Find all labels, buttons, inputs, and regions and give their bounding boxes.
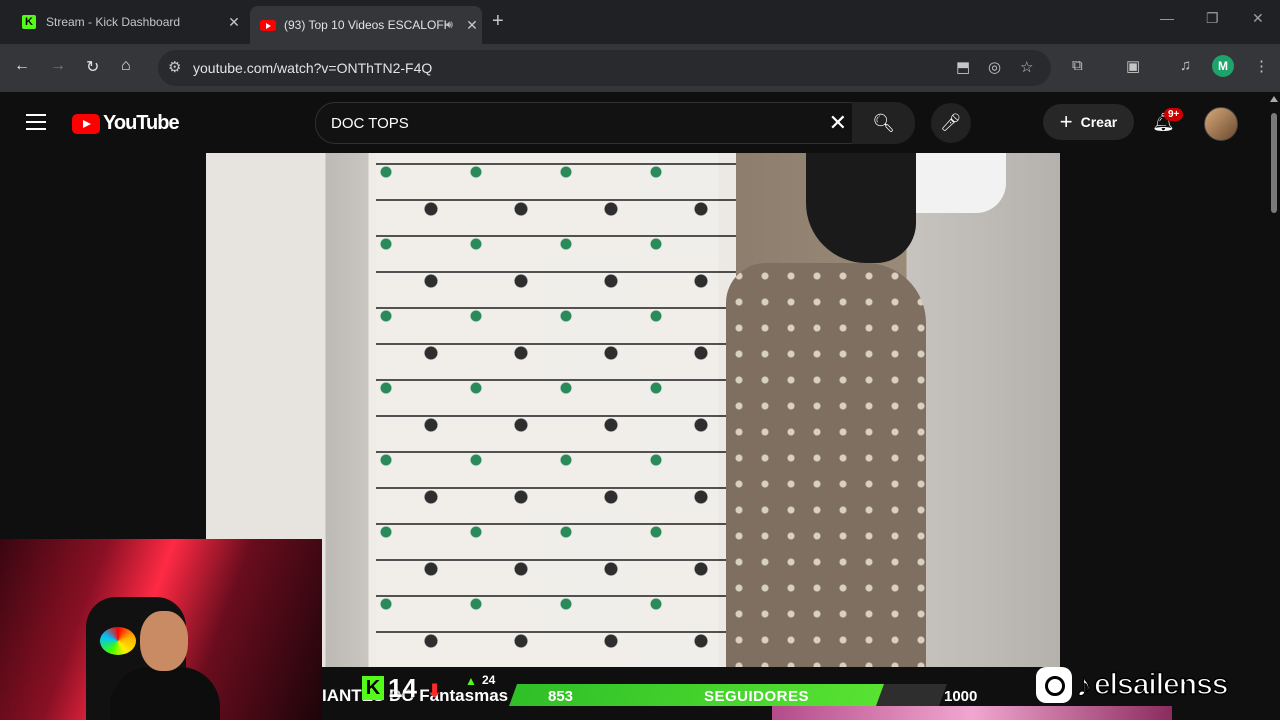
video-frame-figure-dark (806, 153, 916, 263)
create-label: Crear (1080, 114, 1118, 130)
youtube-header: YouTube DOC TOPS ✕ 🔍︎ 🎤︎ + Crear 🔔︎ 9+ (0, 93, 1268, 153)
streamer-face (140, 611, 188, 671)
kick-icon: K (22, 15, 36, 29)
down-arrow-icon: ⬇ (427, 681, 443, 701)
youtube-play-icon (72, 113, 100, 134)
goal-target: 1000 (944, 688, 978, 705)
tab-youtube-video[interactable]: (93) Top 10 Videos ESCALOFRIANTES 🔊︎ ✕ (250, 6, 482, 44)
video-player[interactable] (206, 153, 1060, 667)
address-bar[interactable]: ⚙ youtube.com/watch?v=ONThTN2-F4Q ⬒ ◎ ☆ (158, 50, 1051, 86)
streamer-shirt (110, 667, 220, 720)
viewer-count: 14 (388, 673, 417, 703)
bookmark-star-icon[interactable]: ☆ (1020, 58, 1033, 76)
reload-icon[interactable]: ↻ (86, 57, 99, 77)
social-handle-badge: ♪ elsailenss (1036, 662, 1229, 708)
profile-avatar[interactable]: M (1212, 55, 1234, 77)
streamer-webcam (0, 539, 322, 720)
tab-search-icon[interactable]: ▣ (1126, 57, 1140, 75)
tracking-protection-icon[interactable]: ◎ (988, 58, 1001, 76)
scroll-up-arrow-icon[interactable] (1270, 96, 1278, 102)
goal-current: 853 (548, 688, 574, 705)
page-scrollbar[interactable] (1268, 93, 1280, 720)
menu-hamburger-icon[interactable] (26, 114, 46, 135)
restore-icon[interactable]: ❐ (1206, 10, 1219, 27)
search-input[interactable]: DOC TOPS ✕ (315, 102, 853, 144)
extensions-icon[interactable]: ⧉ (1072, 57, 1083, 74)
tab-title: Stream - Kick Dashboard (46, 15, 181, 29)
clear-icon[interactable]: ✕ (829, 110, 847, 136)
forward-icon[interactable]: → (50, 57, 66, 75)
browser-tab-strip: K Stream - Kick Dashboard ✕ (93) Top 10 … (0, 0, 1280, 44)
goal-label: SEGUIDORES (704, 688, 810, 705)
logo-text: YouTube (103, 112, 180, 134)
search-value: DOC TOPS (331, 115, 409, 132)
up-arrow-icon: ▲ (465, 674, 477, 688)
tab-kick-dashboard[interactable]: K Stream - Kick Dashboard ✕ (12, 8, 244, 36)
microphone-icon[interactable]: 🎤︎ (931, 103, 971, 143)
menu-kebab-icon[interactable]: ⋮ (1254, 57, 1269, 75)
speaker-icon[interactable]: 🔊︎ (446, 19, 462, 32)
browser-toolbar: ← → ↻ ⌂ ⚙ youtube.com/watch?v=ONThTN2-F4… (0, 44, 1280, 92)
scroll-thumb[interactable] (1271, 113, 1277, 213)
close-icon[interactable]: ✕ (224, 14, 244, 31)
new-tab-button[interactable]: + (492, 10, 504, 33)
back-icon[interactable]: ← (14, 57, 30, 75)
close-window-icon[interactable]: ✕ (1252, 10, 1264, 27)
install-app-icon[interactable]: ⬒ (956, 58, 970, 76)
tab-title: (93) Top 10 Videos ESCALOFRIANTES (284, 18, 446, 32)
youtube-logo[interactable]: YouTube (72, 112, 180, 135)
instagram-icon (1036, 667, 1072, 703)
notification-badge: 9+ (1164, 108, 1184, 121)
site-info-icon[interactable]: ⚙ (168, 58, 181, 76)
search-button[interactable]: 🔍︎ (852, 102, 915, 144)
up-count: 24 (482, 673, 496, 687)
plus-icon: + (1059, 109, 1073, 134)
minimize-icon[interactable]: — (1160, 10, 1174, 26)
youtube-icon (260, 19, 276, 31)
close-icon[interactable]: ✕ (462, 17, 482, 34)
url-text: youtube.com/watch?v=ONThTN2-F4Q (193, 60, 433, 76)
account-avatar[interactable] (1204, 107, 1238, 141)
video-frame-pattern (376, 153, 736, 667)
video-frame-blanket (726, 263, 926, 667)
home-icon[interactable]: ⌂ (121, 57, 131, 75)
create-button[interactable]: + Crear (1043, 104, 1134, 140)
kick-icon: K (362, 676, 384, 700)
media-control-icon[interactable]: ♫ (1180, 57, 1191, 74)
rainbow-sticker (100, 627, 136, 655)
social-handle: elsailenss (1093, 667, 1229, 702)
tiktok-icon: ♪ (1076, 666, 1093, 703)
overlay-decoration (772, 706, 1172, 720)
